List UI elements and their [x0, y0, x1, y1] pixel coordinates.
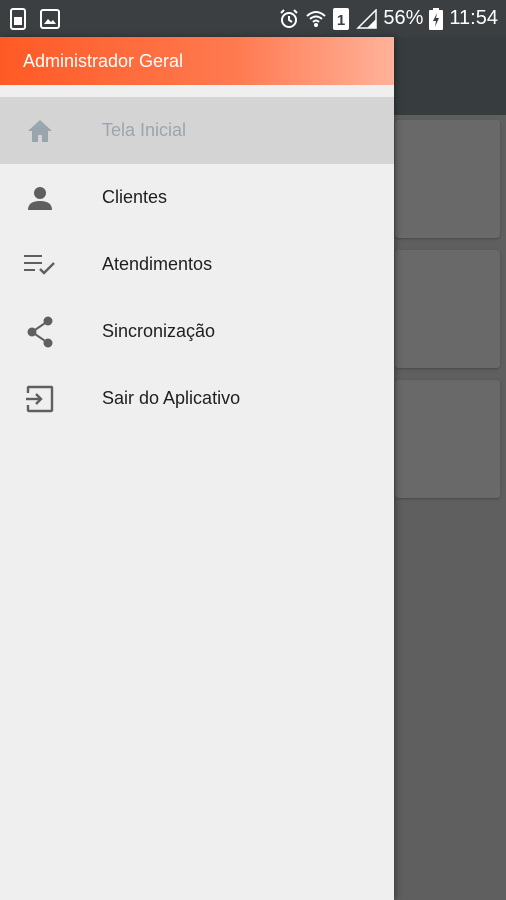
person-icon	[0, 185, 80, 211]
sim-card-icon	[10, 7, 26, 30]
menu-item-label: Sincronização	[102, 321, 216, 341]
exit-icon	[0, 385, 80, 413]
menu-item-sincronizacao[interactable]: Sincronização	[0, 298, 394, 365]
navigation-drawer: Administrador Geral Tela Inicial Cliente…	[0, 37, 394, 900]
playlist-check-icon	[0, 254, 80, 276]
sim-1-icon: 1	[333, 7, 350, 30]
status-time: 11:54	[449, 7, 498, 29]
wifi-icon	[305, 9, 327, 29]
menu-item-label: Sair do Aplicativo	[102, 388, 241, 408]
battery-percent: 56%	[383, 7, 424, 29]
battery-charging-icon	[429, 7, 444, 30]
signal-icon	[355, 8, 378, 29]
status-bar: 1 56% 11:54	[0, 0, 506, 37]
menu-item-clientes[interactable]: Clientes	[0, 164, 394, 231]
menu-item-label: Atendimentos	[102, 254, 213, 274]
menu-item-sair-do-aplicativo[interactable]: Sair do Aplicativo	[0, 365, 394, 432]
svg-text:1: 1	[337, 12, 345, 29]
home-icon	[0, 118, 80, 144]
alarm-icon	[279, 8, 299, 29]
drawer-header: Administrador Geral	[0, 37, 394, 85]
share-icon	[0, 316, 80, 348]
drawer-header-title: Administrador Geral	[23, 50, 184, 71]
image-icon	[40, 8, 60, 29]
menu-item-label: Tela Inicial	[102, 120, 187, 140]
menu-item-label: Clientes	[102, 187, 168, 207]
menu-item-tela-inicial[interactable]: Tela Inicial	[0, 97, 394, 164]
menu-item-atendimentos[interactable]: Atendimentos	[0, 231, 394, 298]
